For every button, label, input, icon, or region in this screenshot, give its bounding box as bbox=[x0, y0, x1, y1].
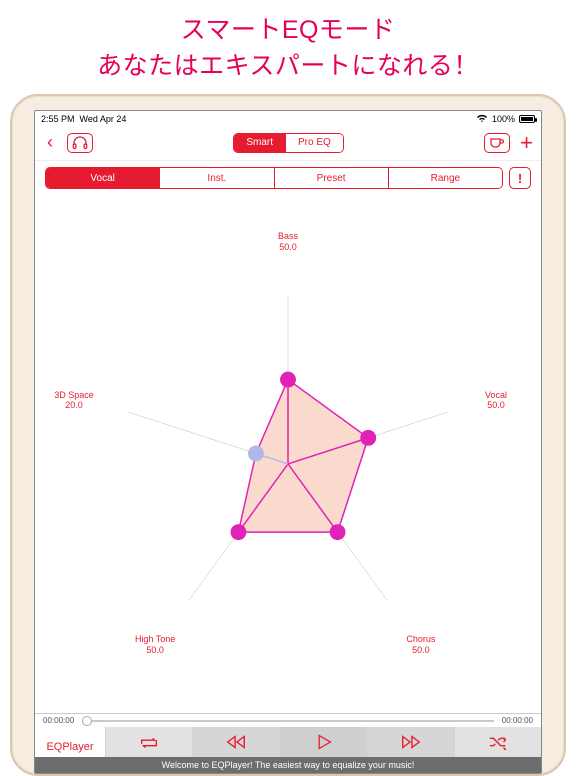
hero-line-2: あなたはエキスパートになれる！ bbox=[20, 46, 556, 82]
radar-chart[interactable]: Bass50.0 Vocal50.0 Chorus50.0 High Tone50.0… bbox=[35, 195, 541, 713]
axis-label-chorus: Chorus50.0 bbox=[406, 634, 435, 656]
device-frame: 2:55 PM Wed Apr 24 100% ‹ Smart Pr bbox=[10, 94, 566, 776]
play-button[interactable] bbox=[279, 727, 366, 757]
axis-label-vocal: Vocal50.0 bbox=[485, 390, 507, 412]
status-time: 2:55 PM bbox=[41, 114, 75, 124]
battery-icon bbox=[519, 115, 535, 123]
bottom-bar: 00:00:00 00:00:00 EQPlayer Welcome to EQ… bbox=[35, 713, 541, 773]
hero-title: スマートEQモード あなたはエキスパートになれる！ bbox=[0, 0, 576, 88]
playback-controls: EQPlayer bbox=[35, 727, 541, 757]
mode-pro-eq[interactable]: Pro EQ bbox=[285, 134, 343, 152]
axis-label-bass: Bass50.0 bbox=[278, 232, 298, 254]
axis-label-high-tone: High Tone50.0 bbox=[135, 634, 175, 656]
add-button[interactable]: + bbox=[520, 133, 533, 153]
tab-preset[interactable]: Preset bbox=[274, 168, 388, 188]
shuffle-button[interactable] bbox=[454, 727, 541, 757]
forward-button[interactable] bbox=[367, 727, 454, 757]
brand-label: EQPlayer bbox=[35, 727, 105, 757]
screen: 2:55 PM Wed Apr 24 100% ‹ Smart Pr bbox=[34, 110, 542, 774]
repeat-button[interactable] bbox=[105, 727, 192, 757]
headphones-button[interactable] bbox=[67, 133, 93, 153]
status-bar: 2:55 PM Wed Apr 24 100% bbox=[35, 111, 541, 127]
category-tabs[interactable]: Vocal Inst. Preset Range bbox=[45, 167, 503, 189]
tab-range[interactable]: Range bbox=[388, 168, 502, 188]
category-row: Vocal Inst. Preset Range ! bbox=[35, 161, 541, 195]
wifi-icon bbox=[476, 114, 488, 125]
back-button[interactable]: ‹ bbox=[43, 132, 57, 153]
tab-vocal[interactable]: Vocal bbox=[46, 168, 159, 188]
slider-thumb[interactable] bbox=[82, 716, 92, 726]
mode-smart[interactable]: Smart bbox=[234, 134, 285, 152]
hero-line-1: スマートEQモード bbox=[20, 10, 556, 46]
alert-button[interactable]: ! bbox=[509, 167, 531, 189]
playback-slider[interactable] bbox=[82, 720, 494, 722]
status-date: Wed Apr 24 bbox=[80, 114, 127, 124]
ticker-text: Welcome to EQPlayer! The easiest way to … bbox=[35, 757, 541, 773]
cup-button[interactable] bbox=[484, 133, 510, 153]
tab-inst[interactable]: Inst. bbox=[159, 168, 273, 188]
rewind-button[interactable] bbox=[192, 727, 279, 757]
mode-segmented-control[interactable]: Smart Pro EQ bbox=[233, 133, 343, 153]
radar-svg[interactable] bbox=[35, 195, 541, 713]
top-toolbar: ‹ Smart Pro EQ + bbox=[35, 127, 541, 161]
battery-pct: 100% bbox=[492, 114, 515, 124]
axis-label-3d-space: 3D Space20.0 bbox=[54, 390, 94, 412]
